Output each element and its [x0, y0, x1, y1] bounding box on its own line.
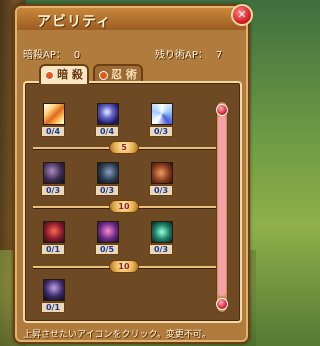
- ninja-icon[interactable]: [97, 103, 119, 125]
- sword-icon[interactable]: [43, 103, 65, 125]
- swirl-icon[interactable]: [151, 103, 173, 125]
- scrollbar[interactable]: [216, 101, 228, 313]
- skill-slot[interactable]: 0/4: [41, 103, 67, 137]
- skill-level: 0/4: [41, 126, 65, 137]
- window-title: アビリティ: [37, 14, 112, 30]
- skill-slot[interactable]: 0/5: [95, 221, 121, 255]
- skill-level: 0/4: [95, 126, 119, 137]
- tab-assassin-label: 暗 殺: [57, 68, 83, 81]
- ninja-ap-label: 残り術AP：: [155, 50, 208, 61]
- purple-orb-icon[interactable]: [97, 221, 119, 243]
- ability-window: アビリティ ✕ 暗殺AP： 0 残り術AP： 7 暗 殺 忍 術 5 10 10 0…: [13, 4, 253, 344]
- ninja-ap-value: 7: [215, 50, 223, 61]
- skill-slot[interactable]: 0/3: [41, 162, 67, 196]
- skill-level: 0/3: [149, 185, 173, 196]
- assassin-ap-display: 暗殺AP： 0: [23, 46, 80, 61]
- tab-marker-icon: [99, 70, 109, 80]
- assassin-ap-label: 暗殺AP：: [23, 50, 66, 61]
- red-burst-icon[interactable]: [43, 221, 65, 243]
- skill-slot[interactable]: 0/3: [95, 162, 121, 196]
- skill-slot[interactable]: 0/3: [149, 221, 175, 255]
- tier-marker: 10: [109, 200, 139, 213]
- skill-level: 0/3: [149, 244, 173, 255]
- skill-slot[interactable]: 0/3: [149, 162, 175, 196]
- close-button[interactable]: ✕: [231, 4, 253, 26]
- ninja-ap-display: 残り術AP： 7: [155, 46, 222, 61]
- teal-burst-icon[interactable]: [151, 221, 173, 243]
- dark-icon[interactable]: [97, 162, 119, 184]
- skill-level: 0/5: [95, 244, 119, 255]
- title-bar[interactable]: アビリティ: [17, 8, 246, 30]
- skill-slot[interactable]: 0/1: [41, 279, 67, 313]
- skill-slot[interactable]: 0/4: [95, 103, 121, 137]
- mask-icon[interactable]: [43, 279, 65, 301]
- tier-marker: 5: [109, 141, 139, 154]
- skill-level: 0/1: [41, 302, 65, 313]
- assassin-ap-value: 0: [73, 50, 81, 61]
- tab-ninjutsu-label: 忍 術: [111, 68, 137, 81]
- scrollbar-track[interactable]: [218, 116, 226, 296]
- skill-level: 0/3: [149, 126, 173, 137]
- skill-slot[interactable]: 0/3: [149, 103, 175, 137]
- skill-tree-area: 5 10 10 0/4 0/4 0/3 0/3 0/3 0/3 0/1 0/5 …: [23, 81, 242, 323]
- hint-text: 上昇させたいアイコンをクリック。変更不可。: [23, 330, 211, 340]
- tab-assassin[interactable]: 暗 殺: [39, 64, 89, 84]
- scroll-up-button[interactable]: [216, 104, 228, 116]
- skill-level: 0/3: [41, 185, 65, 196]
- skill-level: 0/3: [95, 185, 119, 196]
- tier-marker: 10: [109, 260, 139, 273]
- scroll-down-button[interactable]: [216, 298, 228, 310]
- fire-icon[interactable]: [151, 162, 173, 184]
- shadow-icon[interactable]: [43, 162, 65, 184]
- skill-slot[interactable]: 0/1: [41, 221, 67, 255]
- skill-level: 0/1: [41, 244, 65, 255]
- tab-marker-icon: [45, 70, 55, 80]
